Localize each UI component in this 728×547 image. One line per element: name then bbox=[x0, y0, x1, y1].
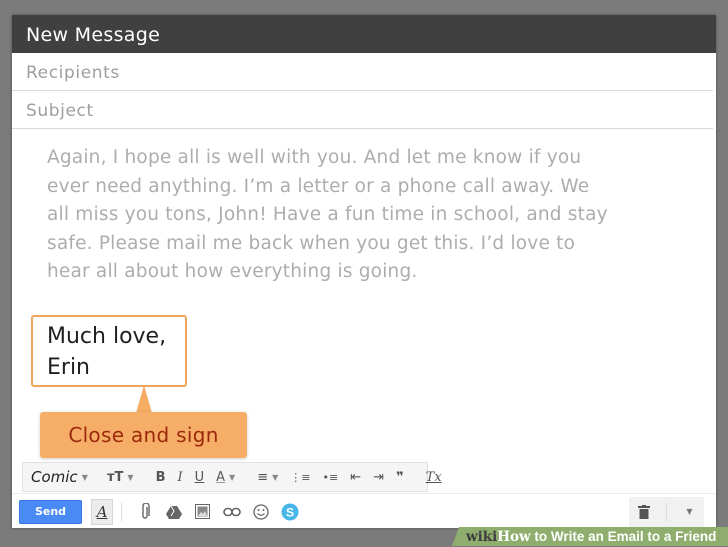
wikihow-banner: wikiHow to Write an Email to a Friend bbox=[452, 527, 728, 546]
signature-highlight: Much love, Erin bbox=[31, 315, 187, 387]
compose-title-bar[interactable]: New Message bbox=[12, 15, 716, 53]
compose-title: New Message bbox=[26, 24, 161, 46]
photo-icon bbox=[195, 504, 210, 519]
discard-draft-button[interactable] bbox=[629, 499, 658, 525]
drive-icon bbox=[165, 505, 182, 519]
insert-link-button[interactable] bbox=[217, 499, 246, 525]
chevron-down-icon: ▼ bbox=[81, 472, 88, 482]
underline-icon: U bbox=[194, 469, 205, 485]
quote-icon: ❞ bbox=[396, 469, 404, 485]
toolbar-divider bbox=[121, 502, 122, 521]
remove-formatting-icon: Tx bbox=[425, 469, 442, 485]
send-button[interactable]: Send bbox=[19, 499, 82, 524]
emoji-icon bbox=[252, 503, 269, 520]
text-color-button[interactable]: A ▼ bbox=[210, 463, 241, 491]
numbered-list-icon: ⋮≡ bbox=[290, 470, 311, 484]
skype-icon: S bbox=[281, 503, 298, 520]
underline-button[interactable]: U bbox=[189, 463, 211, 491]
chevron-down-icon: ▼ bbox=[686, 507, 693, 516]
callout-pointer bbox=[136, 385, 152, 413]
indent-less-icon: ⇤ bbox=[350, 469, 362, 485]
align-button[interactable]: ≡ ▼ bbox=[251, 463, 284, 491]
text-size-button[interactable]: ᴛT ▼ bbox=[101, 463, 140, 491]
subject-field[interactable]: Subject bbox=[12, 91, 713, 129]
recipients-placeholder: Recipients bbox=[26, 63, 120, 83]
more-options-button[interactable]: ▼ bbox=[675, 499, 704, 525]
formatting-toolbar: Comic ▼ ᴛT ▼ B I U A ▼ ≡ ▼ ⋮≡ •≡ ⇤ ⇥ ❞ T… bbox=[22, 462, 442, 492]
font-select[interactable]: Comic ▼ bbox=[23, 463, 91, 491]
paperclip-icon bbox=[141, 502, 150, 519]
italic-button[interactable]: I bbox=[171, 463, 188, 491]
toolbar-divider bbox=[666, 502, 667, 521]
insert-photo-button[interactable] bbox=[188, 499, 217, 525]
insert-emoji-button[interactable] bbox=[246, 499, 275, 525]
link-icon bbox=[222, 507, 241, 516]
signature-name: Erin bbox=[47, 355, 91, 380]
skype-button[interactable]: S bbox=[275, 499, 304, 525]
signature-closing: Much love, bbox=[47, 324, 167, 349]
google-drive-button[interactable] bbox=[159, 499, 188, 525]
quote-button[interactable]: ❞ bbox=[390, 463, 410, 491]
bulleted-list-button[interactable]: •≡ bbox=[316, 463, 344, 491]
italic-icon: I bbox=[177, 469, 183, 485]
compose-actions-bar: Send A S ▼ bbox=[12, 493, 716, 529]
indent-more-button[interactable]: ⇥ bbox=[367, 463, 390, 491]
chevron-down-icon: ▼ bbox=[229, 472, 236, 482]
wikihow-logo-how: How bbox=[497, 529, 531, 545]
message-body[interactable]: Again, I hope all is well with you. And … bbox=[47, 144, 697, 287]
subject-placeholder: Subject bbox=[26, 101, 94, 121]
svg-text:S: S bbox=[285, 505, 293, 519]
bold-button[interactable]: B bbox=[150, 463, 172, 491]
bulleted-list-icon: •≡ bbox=[322, 470, 339, 484]
trash-icon bbox=[637, 504, 650, 519]
font-select-value: Comic bbox=[31, 468, 78, 486]
compose-window: New Message Recipients Subject Again, I … bbox=[12, 15, 716, 528]
indent-less-button[interactable]: ⇤ bbox=[344, 463, 367, 491]
article-title: to Write an Email to a Friend bbox=[530, 529, 717, 544]
attach-file-button[interactable] bbox=[130, 499, 159, 525]
text-color-icon: A bbox=[216, 469, 226, 485]
text-format-icon: A bbox=[96, 502, 108, 521]
numbered-list-button[interactable]: ⋮≡ bbox=[284, 463, 316, 491]
recipients-field[interactable]: Recipients bbox=[12, 53, 713, 91]
wikihow-logo-wiki: wiki bbox=[466, 529, 498, 545]
chevron-down-icon: ▼ bbox=[272, 472, 279, 482]
callout-label: Close and sign bbox=[40, 412, 247, 458]
align-icon: ≡ bbox=[257, 469, 269, 485]
bold-icon: B bbox=[155, 469, 166, 485]
text-size-icon: ᴛT bbox=[107, 469, 124, 485]
right-tools: ▼ bbox=[629, 496, 704, 527]
remove-formatting-button[interactable]: Tx bbox=[420, 463, 448, 491]
indent-more-icon: ⇥ bbox=[373, 469, 385, 485]
chevron-down-icon: ▼ bbox=[127, 472, 134, 482]
formatting-options-button[interactable]: A bbox=[91, 498, 113, 525]
